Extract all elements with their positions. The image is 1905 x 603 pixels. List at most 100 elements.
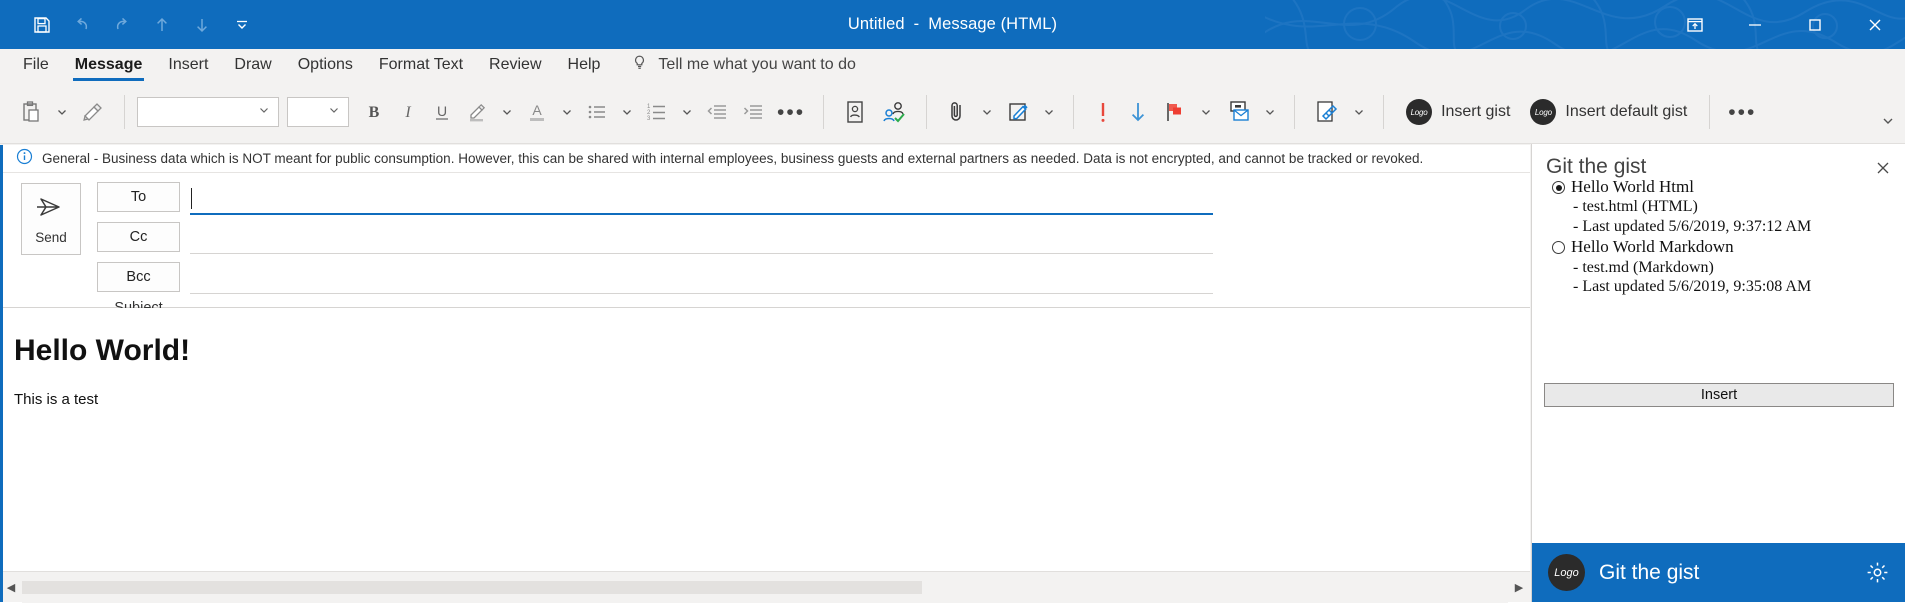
close-icon[interactable] <box>1845 0 1905 49</box>
signature-icon[interactable] <box>999 91 1037 133</box>
ribbon-display-options-icon[interactable] <box>1665 0 1725 49</box>
ribbon-tab-review[interactable]: Review <box>476 49 554 81</box>
font-name-combobox[interactable] <box>137 97 279 127</box>
insert-gist-button[interactable]: Logo Insert gist <box>1396 91 1520 133</box>
scroll-left-icon[interactable]: ◀ <box>0 572 22 603</box>
ribbon-group-overflow: ••• <box>1722 81 1762 144</box>
font-size-combobox[interactable] <box>287 97 349 127</box>
follow-up-flag-icon[interactable] <box>1156 91 1194 133</box>
outlook-compose-window: Untitled - Message (HTML) File Message I… <box>0 0 1905 603</box>
font-color-icon[interactable]: A <box>519 91 555 133</box>
cc-button[interactable]: Cc <box>97 222 180 252</box>
insert-default-gist-button[interactable]: Logo Insert default gist <box>1520 91 1697 133</box>
chevron-down-icon[interactable] <box>328 103 340 121</box>
gist-updated: - Last updated 5/6/2019, 9:37:12 AM <box>1573 217 1812 235</box>
horizontal-scrollbar[interactable]: ◀ ▶ <box>0 571 1530 603</box>
ribbon-tab-format-text[interactable]: Format Text <box>366 49 476 81</box>
sensitivity-icon[interactable] <box>1307 91 1347 133</box>
bullets-icon[interactable] <box>579 91 615 133</box>
highlight-dropdown-icon[interactable] <box>495 91 519 133</box>
attach-file-dropdown-icon[interactable] <box>975 91 999 133</box>
address-book-icon[interactable] <box>836 91 874 133</box>
underline-button[interactable]: U <box>425 91 459 133</box>
chevron-down-icon[interactable] <box>258 103 270 121</box>
bcc-button[interactable]: Bcc <box>97 262 180 292</box>
ribbon-tab-label: File <box>23 56 49 73</box>
ribbon-tab-insert[interactable]: Insert <box>155 49 221 81</box>
insert-gist-label: Insert gist <box>1441 103 1511 120</box>
italic-button[interactable]: I <box>391 91 425 133</box>
bold-button[interactable]: B <box>357 91 391 133</box>
ribbon-overflow-button[interactable]: ••• <box>1722 91 1762 133</box>
ribbon-tab-label: Insert <box>168 56 209 73</box>
increase-indent-icon[interactable] <box>735 91 771 133</box>
font-color-dropdown-icon[interactable] <box>555 91 579 133</box>
decrease-indent-icon[interactable] <box>699 91 735 133</box>
gist-radio[interactable] <box>1552 241 1565 255</box>
gist-option-header[interactable]: Hello World Markdown <box>1552 236 1882 257</box>
bcc-input[interactable] <box>190 293 1213 294</box>
task-pane-close-icon[interactable] <box>1873 158 1893 178</box>
gist-option[interactable]: Hello World Html - test.html (HTML) - La… <box>1552 176 1882 236</box>
svg-text:I: I <box>404 104 411 121</box>
paste-dropdown-icon[interactable] <box>50 91 74 133</box>
ribbon-separator <box>1709 95 1711 129</box>
sensitivity-dropdown-icon[interactable] <box>1347 91 1371 133</box>
message-options-icon[interactable] <box>1218 91 1258 133</box>
cc-input[interactable] <box>190 253 1213 254</box>
gist-option-header[interactable]: Hello World Html <box>1552 176 1882 197</box>
ribbon-tab-file[interactable]: File <box>10 49 62 81</box>
svg-text:3: 3 <box>647 116 651 122</box>
tell-me-search[interactable]: Tell me what you want to do <box>613 49 856 81</box>
attach-file-icon[interactable] <box>939 91 975 133</box>
sensitivity-banner-text: General - Business data which is NOT mea… <box>42 151 1424 166</box>
ribbon-tab-message[interactable]: Message <box>62 49 156 81</box>
check-names-icon[interactable] <box>874 91 914 133</box>
gist-radio-selected[interactable] <box>1552 181 1565 194</box>
title-bar: Untitled - Message (HTML) <box>0 0 1905 49</box>
ribbon-group-paragraph: 123 ••• <box>579 81 811 144</box>
bullets-dropdown-icon[interactable] <box>615 91 639 133</box>
minimize-icon[interactable] <box>1725 0 1785 49</box>
to-button[interactable]: To <box>97 182 180 212</box>
numbering-dropdown-icon[interactable] <box>675 91 699 133</box>
message-options-dropdown-icon[interactable] <box>1258 91 1282 133</box>
collapse-ribbon-icon[interactable] <box>1881 114 1895 131</box>
paragraph-more-button[interactable]: ••• <box>771 91 811 133</box>
signature-dropdown-icon[interactable] <box>1037 91 1061 133</box>
high-importance-icon[interactable] <box>1086 91 1120 133</box>
maximize-icon[interactable] <box>1785 0 1845 49</box>
gist-option[interactable]: Hello World Markdown - test.md (Markdown… <box>1552 236 1882 296</box>
tell-me-label: Tell me what you want to do <box>658 56 856 73</box>
addin-logo-icon: Logo <box>1530 99 1557 125</box>
scrollbar-thumb[interactable] <box>22 580 922 594</box>
ribbon-group-addins: Logo Insert gist Logo Insert default gis… <box>1396 81 1697 144</box>
body-heading: Hello World! <box>14 334 191 367</box>
scroll-right-icon[interactable]: ▶ <box>1508 572 1530 603</box>
text-highlight-color-icon[interactable] <box>459 91 495 133</box>
task-pane-footer: Logo Git the gist <box>1532 543 1905 602</box>
format-painter-icon[interactable] <box>74 91 112 133</box>
scrollbar-track[interactable] <box>22 571 1508 603</box>
ribbon-tab-options[interactable]: Options <box>285 49 366 81</box>
ribbon-tab-help[interactable]: Help <box>555 49 614 81</box>
task-pane: Git the gist Hello World Html - test.htm… <box>1531 144 1905 602</box>
paste-icon[interactable] <box>12 91 50 133</box>
low-importance-icon[interactable] <box>1120 91 1156 133</box>
insert-button[interactable]: Insert <box>1544 383 1894 407</box>
to-input[interactable] <box>190 213 1213 215</box>
window-title-doctype: Message (HTML) <box>928 15 1058 33</box>
numbering-icon[interactable]: 123 <box>639 91 675 133</box>
send-button[interactable]: Send <box>21 183 81 255</box>
settings-icon[interactable] <box>1864 560 1890 586</box>
gist-name: Hello World Html <box>1571 177 1694 196</box>
ribbon: B I U A 1 2 3 ••• Logo Insert gist Logo … <box>0 81 1905 144</box>
ribbon-group-include <box>939 81 1061 144</box>
message-body[interactable]: Hello World! This is a test <box>0 308 1530 571</box>
ribbon-tab-draw[interactable]: Draw <box>221 49 284 81</box>
ribbon-group-clipboard <box>12 81 112 144</box>
ribbon-separator <box>823 95 825 129</box>
to-label: To <box>130 189 147 205</box>
follow-up-dropdown-icon[interactable] <box>1194 91 1218 133</box>
gist-updated: - Last updated 5/6/2019, 9:35:08 AM <box>1573 278 1812 296</box>
